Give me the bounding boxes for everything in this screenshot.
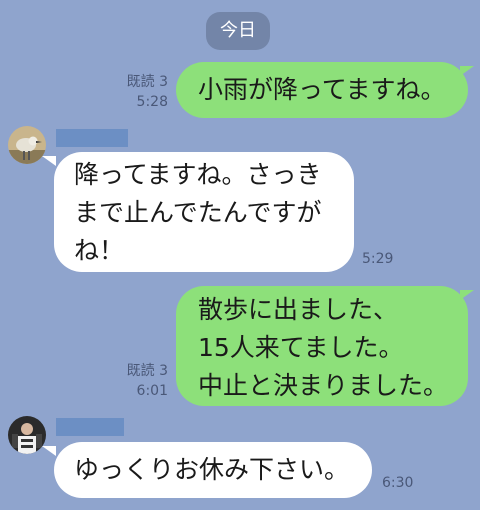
bubble-tail xyxy=(460,66,474,76)
timestamp-4: 6:30 xyxy=(382,475,414,491)
message-bubble-outgoing-1[interactable]: 小雨が降ってますね。 xyxy=(176,62,468,118)
message-bubble-incoming-2[interactable]: ゆっくりお休み下さい。 xyxy=(54,442,372,498)
bubble-tail xyxy=(460,290,474,300)
message-text-line: 15人来てました。 xyxy=(198,333,404,362)
timestamp-1: 5:28 xyxy=(136,94,168,110)
person-avatar-icon xyxy=(8,416,46,454)
message-text-line: 中止と決まりました。 xyxy=(198,371,449,400)
read-receipt-1: 既読 3 xyxy=(126,74,168,90)
avatar[interactable] xyxy=(8,416,46,454)
date-divider: 今日 xyxy=(206,12,270,50)
read-receipt-3: 既読 3 xyxy=(126,363,168,379)
sender-name-redacted xyxy=(56,129,128,147)
message-bubble-outgoing-2[interactable]: 散歩に出ました、 15人来てました。 中止と決まりました。 xyxy=(176,286,468,406)
message-text-line: ね！ xyxy=(74,236,125,265)
avatar[interactable] xyxy=(8,126,46,164)
sender-name-redacted xyxy=(56,418,124,436)
bubble-tail xyxy=(42,156,56,166)
message-text-line: 散歩に出ました、 xyxy=(198,295,399,324)
bubble-tail xyxy=(42,446,56,456)
message-text: 小雨が降ってますね。 xyxy=(198,75,446,104)
bird-avatar-icon xyxy=(8,126,46,164)
timestamp-3: 6:01 xyxy=(136,383,168,399)
message-text: ゆっくりお休み下さい。 xyxy=(74,455,350,484)
message-text-line: まで止んでたんですが xyxy=(74,198,322,227)
message-text-line: 降ってますね。さっき xyxy=(74,160,322,189)
timestamp-2: 5:29 xyxy=(362,251,394,267)
message-bubble-incoming-1[interactable]: 降ってますね。さっき まで止んでたんですが ね！ xyxy=(54,152,354,272)
